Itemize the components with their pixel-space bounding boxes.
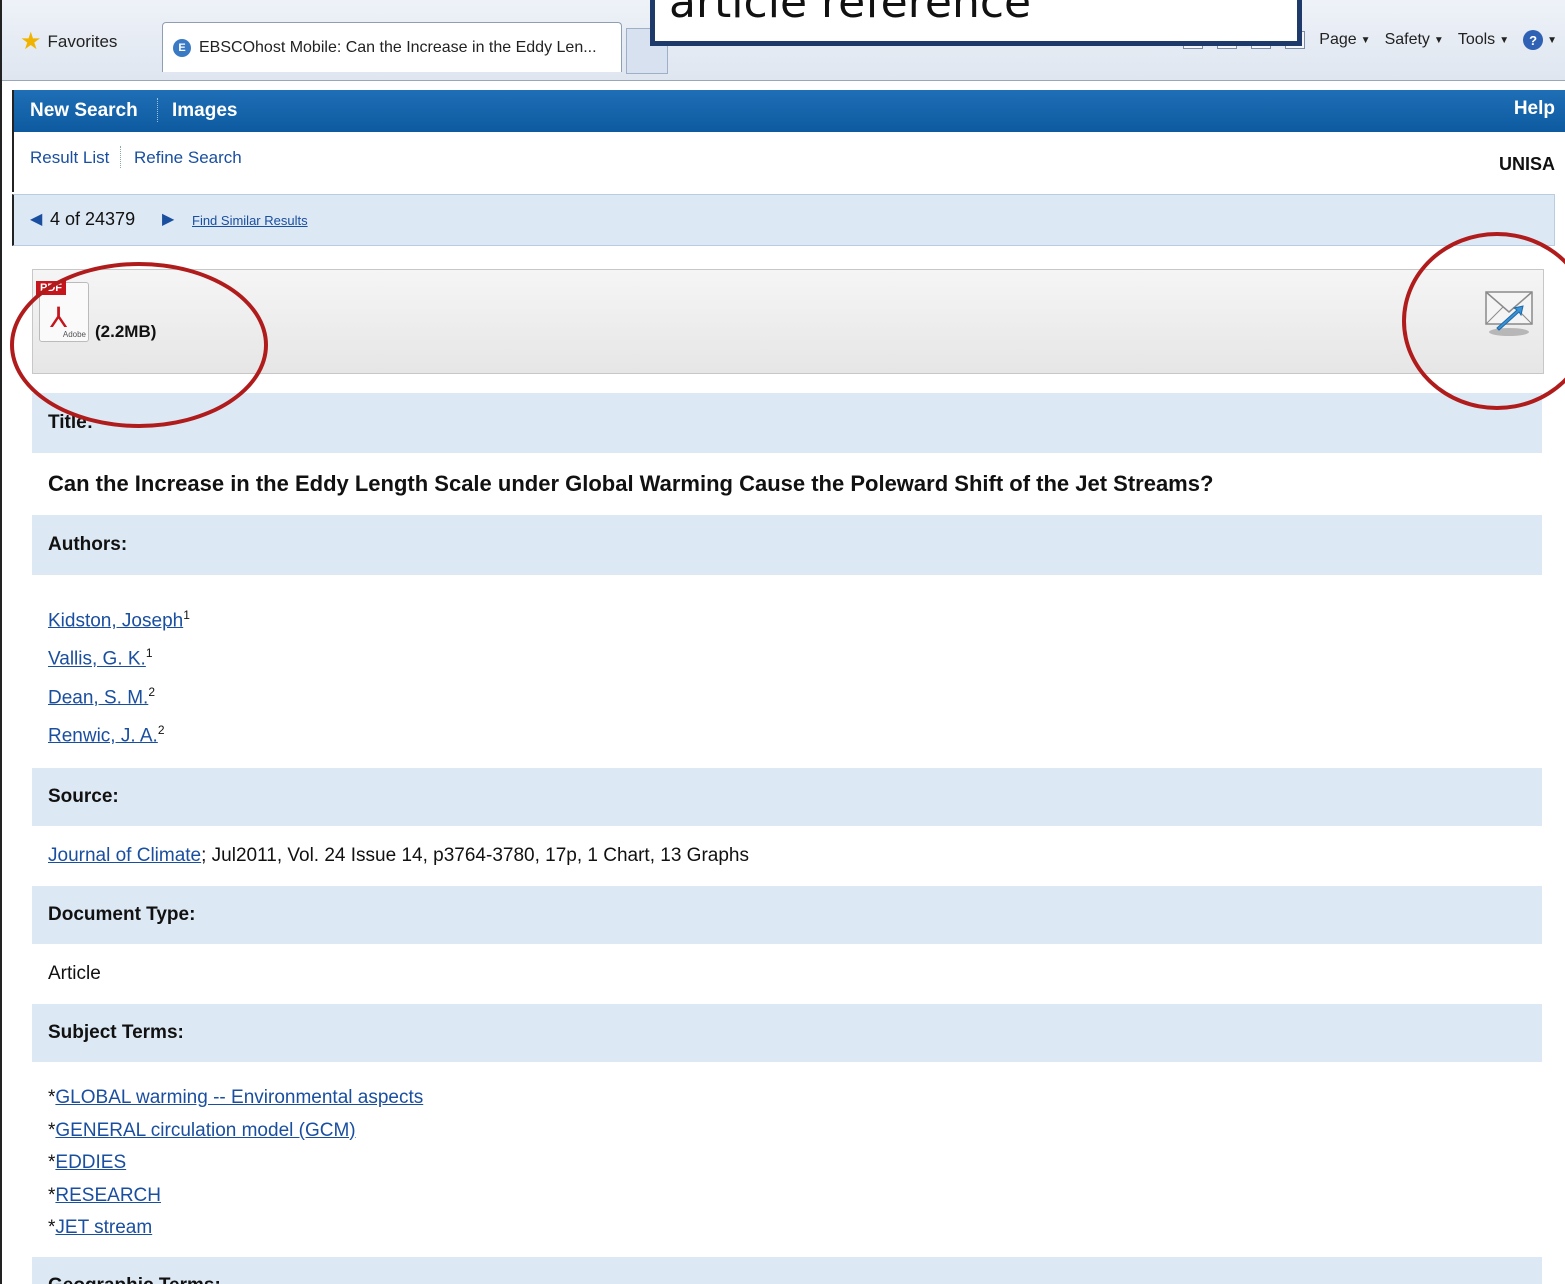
find-similar-link[interactable]: Find Similar Results	[192, 213, 308, 228]
journal-link[interactable]: Journal of Climate	[48, 845, 201, 867]
subject-link[interactable]: JET stream	[55, 1217, 152, 1238]
author-affiliation: 2	[157, 722, 165, 737]
help-link[interactable]: Help	[1514, 98, 1555, 120]
highlight-oval-email	[1402, 232, 1565, 410]
subject-link[interactable]: GLOBAL warming -- Environmental aspects	[55, 1087, 423, 1108]
author-link[interactable]: Renwic, J. A.	[48, 725, 158, 746]
source-value: Journal of Climate; Jul2011, Vol. 24 Iss…	[32, 826, 1542, 887]
sub-nav: Result List Refine Search UNISA	[12, 132, 1565, 192]
nav-divider	[157, 98, 159, 122]
frame-border	[0, 80, 2, 1284]
screen: ★ Favorites E EBSCOhost Mobile: Can the …	[0, 0, 1565, 1284]
subject-item: *JET stream	[48, 1212, 1526, 1245]
help-menu[interactable]: ? ▼	[1523, 30, 1557, 50]
callout-text: article reference	[669, 0, 1032, 28]
author-link[interactable]: Kidston, Joseph	[48, 610, 183, 631]
institution-name: UNISA	[1498, 154, 1555, 174]
next-result-icon[interactable]: ▶	[162, 209, 174, 229]
browser-tab[interactable]: E EBSCOhost Mobile: Can the Increase in …	[162, 22, 622, 72]
authors-label: Authors:	[32, 515, 1542, 575]
author-affiliation: 1	[145, 646, 153, 661]
article-title: Can the Increase in the Eddy Length Scal…	[32, 453, 1542, 515]
author-item: Vallis, G. K.1	[48, 637, 1526, 675]
author-item: Dean, S. M.2	[48, 676, 1526, 714]
safety-menu[interactable]: Safety ▼	[1385, 31, 1444, 49]
result-pager: ◀ 4 of 24379 ▶ Find Similar Results	[12, 194, 1555, 246]
subject-link[interactable]: EDDIES	[55, 1152, 126, 1173]
tab-title: EBSCOhost Mobile: Can the Increase in th…	[199, 38, 597, 56]
page-menu-label: Page	[1319, 31, 1357, 48]
author-affiliation: 2	[148, 684, 156, 699]
geographic-label: Geographic Terms:	[32, 1256, 1542, 1284]
star-icon: ★	[20, 28, 42, 55]
new-search-link[interactable]: New Search	[30, 100, 138, 122]
subject-link[interactable]: RESEARCH	[55, 1185, 161, 1206]
subjects-list: *GLOBAL warming -- Environmental aspects…	[32, 1062, 1542, 1257]
record-details: Title: Can the Increase in the Eddy Leng…	[32, 393, 1542, 1284]
tools-menu-label: Tools	[1457, 31, 1496, 48]
chevron-down-icon: ▼	[1433, 34, 1444, 46]
author-link[interactable]: Dean, S. M.	[48, 687, 148, 708]
doctype-value: Article	[32, 944, 1542, 1005]
subject-item: *GLOBAL warming -- Environmental aspects	[48, 1082, 1526, 1115]
top-nav: New Search Images Help	[12, 90, 1565, 132]
subject-item: *EDDIES	[48, 1147, 1526, 1180]
author-affiliation: 1	[183, 608, 190, 622]
source-label: Source:	[32, 768, 1542, 827]
author-link[interactable]: Vallis, G. K.	[48, 649, 146, 670]
chevron-down-icon: ▼	[1360, 34, 1371, 46]
favorites-label: Favorites	[47, 32, 118, 51]
authors-list: Kidston, Joseph1 Vallis, G. K.1 Dean, S.…	[32, 575, 1542, 769]
previous-result-icon[interactable]: ◀	[30, 209, 42, 229]
help-icon: ?	[1523, 30, 1544, 50]
title-label: Title:	[32, 393, 1542, 453]
ebsco-icon: E	[173, 38, 191, 57]
doctype-label: Document Type:	[32, 886, 1542, 945]
author-item: Kidston, Joseph1	[48, 599, 1526, 637]
result-count: 4 of 24379	[50, 209, 136, 229]
result-list-link[interactable]: Result List	[30, 148, 109, 168]
refine-search-link[interactable]: Refine Search	[134, 148, 242, 168]
tools-menu[interactable]: Tools ▼	[1458, 31, 1509, 49]
callout-box: article reference	[650, 0, 1302, 46]
author-item: Renwic, J. A.2	[48, 714, 1526, 752]
source-detail: ; Jul2011, Vol. 24 Issue 14, p3764-3780,…	[201, 845, 749, 867]
page-menu[interactable]: Page ▼	[1319, 31, 1370, 49]
subnav-divider	[120, 146, 121, 168]
subject-item: *RESEARCH	[48, 1180, 1526, 1213]
subject-item: *GENERAL circulation model (GCM)	[48, 1115, 1526, 1148]
images-link[interactable]: Images	[172, 100, 237, 122]
chevron-down-icon: ▼	[1547, 34, 1557, 46]
safety-menu-label: Safety	[1384, 31, 1430, 48]
favorites-button[interactable]: ★ Favorites	[20, 30, 117, 54]
subject-link[interactable]: GENERAL circulation model (GCM)	[55, 1120, 355, 1141]
highlight-oval-pdf	[10, 262, 268, 428]
chevron-down-icon: ▼	[1499, 34, 1510, 46]
subjects-label: Subject Terms:	[32, 1004, 1542, 1063]
